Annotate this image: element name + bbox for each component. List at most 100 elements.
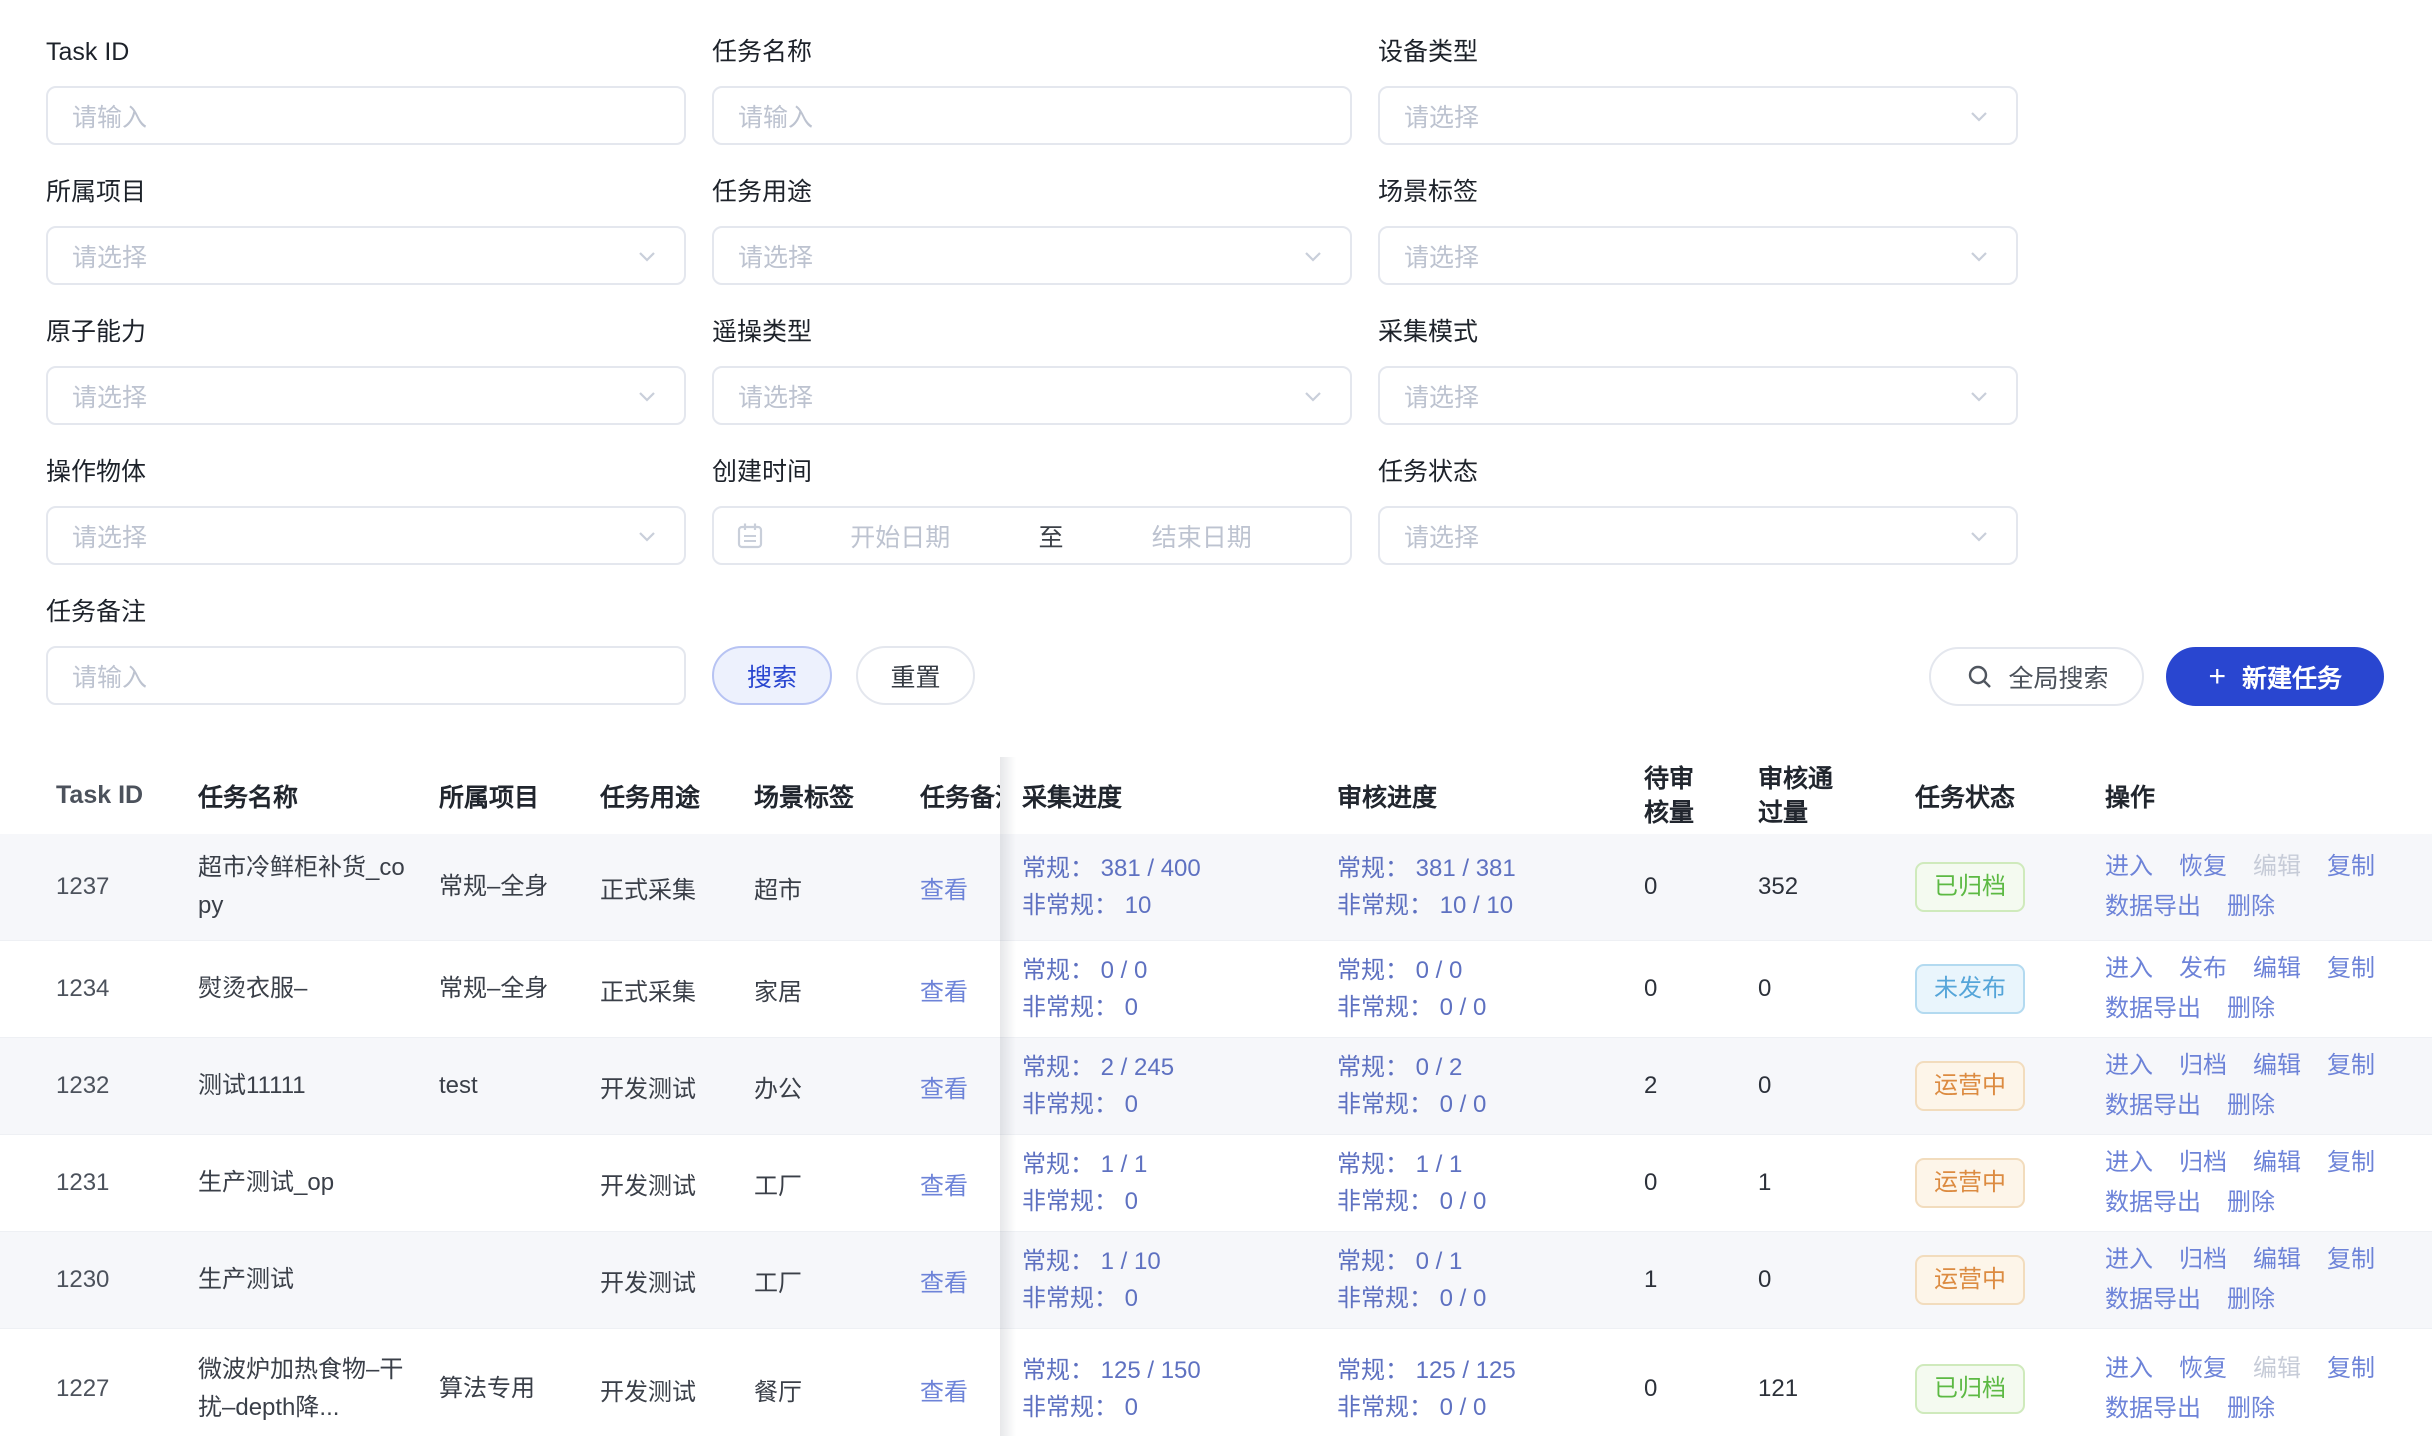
col-header-scene-tag: 场景标签 — [754, 778, 920, 814]
chevron-down-icon — [1300, 243, 1326, 269]
filter-field-task-remark: 任务备注 请输入 — [46, 600, 686, 705]
action-link-item[interactable]: 复制 — [2327, 952, 2375, 986]
cell-passed-count: 0 — [1746, 1072, 1915, 1100]
task-remark-placeholder: 请输入 — [72, 658, 147, 694]
global-search-label: 全局搜索 — [2008, 659, 2108, 695]
project-select[interactable]: 请选择 — [46, 226, 686, 285]
scene-tag-select[interactable]: 请选择 — [1378, 226, 2018, 285]
action-link-item[interactable]: 删除 — [2227, 890, 2275, 924]
cell-purpose: 开发测试 — [600, 1166, 754, 1201]
action-link-item[interactable]: 删除 — [2227, 1186, 2275, 1220]
atomic-ability-select[interactable]: 请选择 — [46, 366, 686, 425]
view-remark-link[interactable]: 查看 — [920, 1372, 1000, 1407]
action-link-item[interactable]: 数据导出 — [2105, 890, 2201, 924]
col-header-remark: 任务备注 — [920, 778, 1000, 814]
task-name-input[interactable]: 请输入 — [712, 86, 1352, 145]
action-link-item[interactable]: 复制 — [2327, 1352, 2375, 1386]
task-remark-input[interactable]: 请输入 — [46, 646, 686, 705]
action-link-item[interactable]: 复制 — [2327, 850, 2375, 884]
cell-review-progress: 常规： 0 / 1非常规： 0 / 0 — [1327, 1243, 1636, 1317]
search-button[interactable]: 搜索 — [712, 646, 832, 705]
status-badge: 运营中 — [1915, 1158, 2025, 1208]
action-link-item[interactable]: 编辑 — [2253, 952, 2301, 986]
action-link-item[interactable]: 进入 — [2105, 1352, 2153, 1386]
filter-field-project: 所属项目 请选择 — [46, 180, 686, 285]
col-header-review: 审核进度 — [1327, 778, 1636, 814]
cell-pending-count: 0 — [1636, 873, 1746, 901]
create-task-button[interactable]: + 新建任务 — [2166, 647, 2384, 706]
action-link-item[interactable]: 删除 — [2227, 1089, 2275, 1123]
action-link-item[interactable]: 发布 — [2179, 952, 2227, 986]
view-remark-link[interactable]: 查看 — [920, 1263, 1000, 1298]
cell-task-id: 1234 — [0, 975, 198, 1003]
view-remark-link[interactable]: 查看 — [920, 870, 1000, 905]
teleop-type-select[interactable]: 请选择 — [712, 366, 1352, 425]
filter-form: Task ID 请输入 任务名称 请输入 设备类型 请选择 所属项目 请选择 — [46, 40, 2018, 705]
task-id-placeholder: 请输入 — [72, 98, 147, 134]
progress-line: 非常规： 10 / 10 — [1337, 887, 1636, 924]
action-link-item[interactable]: 数据导出 — [2105, 992, 2201, 1026]
cell-collect-progress: 常规： 2 / 245非常规： 0 — [1000, 1049, 1327, 1123]
action-link-item[interactable]: 进入 — [2105, 1146, 2153, 1180]
reset-button[interactable]: 重置 — [856, 646, 975, 705]
action-link-item[interactable]: 复制 — [2327, 1243, 2375, 1277]
action-link-item[interactable]: 编辑 — [2253, 1243, 2301, 1277]
cell-remark: 查看 — [920, 1263, 1000, 1298]
action-link-item[interactable]: 归档 — [2179, 1146, 2227, 1180]
progress-line: 常规： 381 / 381 — [1337, 850, 1636, 887]
task-id-input[interactable]: 请输入 — [46, 86, 686, 145]
cell-review-progress: 常规： 125 / 125非常规： 0 / 0 — [1327, 1352, 1636, 1426]
action-link-item[interactable]: 数据导出 — [2105, 1392, 2201, 1426]
action-link-item[interactable]: 复制 — [2327, 1049, 2375, 1083]
progress-line: 非常规： 0 / 0 — [1337, 1389, 1636, 1426]
cell-collect-progress: 常规： 125 / 150非常规： 0 — [1000, 1352, 1327, 1426]
action-link-item[interactable]: 删除 — [2227, 1283, 2275, 1317]
action-link-item[interactable]: 归档 — [2179, 1243, 2227, 1277]
col-header-project: 所属项目 — [439, 778, 600, 814]
project-placeholder: 请选择 — [72, 238, 147, 274]
operate-object-label: 操作物体 — [46, 460, 686, 485]
cell-status: 已归档 — [1915, 1364, 2097, 1414]
task-status-select[interactable]: 请选择 — [1378, 506, 2018, 565]
action-link-item[interactable]: 恢复 — [2179, 850, 2227, 884]
col-header-purpose: 任务用途 — [600, 778, 754, 814]
action-link-item[interactable]: 进入 — [2105, 1049, 2153, 1083]
cell-status: 未发布 — [1915, 964, 2097, 1014]
action-link-item[interactable]: 数据导出 — [2105, 1283, 2201, 1317]
action-link-item[interactable]: 进入 — [2105, 850, 2153, 884]
action-link-item[interactable]: 删除 — [2227, 1392, 2275, 1426]
progress-line: 非常规： 0 / 0 — [1337, 1280, 1636, 1317]
chevron-down-icon — [634, 523, 660, 549]
cell-remark: 查看 — [920, 1372, 1000, 1407]
action-link-item[interactable]: 删除 — [2227, 992, 2275, 1026]
col-header-pending: 待审核量 — [1636, 762, 1746, 830]
action-link-item[interactable]: 编辑 — [2253, 1049, 2301, 1083]
cell-scene-tag: 工厂 — [754, 1166, 920, 1201]
global-search-button[interactable]: 全局搜索 — [1929, 647, 2144, 706]
view-remark-link[interactable]: 查看 — [920, 1069, 1000, 1104]
action-link-item[interactable]: 恢复 — [2179, 1352, 2227, 1386]
chevron-down-icon — [1966, 523, 1992, 549]
device-type-select[interactable]: 请选择 — [1378, 86, 2018, 145]
view-remark-link[interactable]: 查看 — [920, 1166, 1000, 1201]
action-link-item[interactable]: 数据导出 — [2105, 1186, 2201, 1220]
action-link-item[interactable]: 归档 — [2179, 1049, 2227, 1083]
cell-task-id: 1232 — [0, 1072, 198, 1100]
collect-mode-select[interactable]: 请选择 — [1378, 366, 2018, 425]
cell-collect-progress: 常规： 1 / 1非常规： 0 — [1000, 1146, 1327, 1220]
operate-object-select[interactable]: 请选择 — [46, 506, 686, 565]
action-link-item[interactable]: 进入 — [2105, 1243, 2153, 1277]
task-purpose-select[interactable]: 请选择 — [712, 226, 1352, 285]
toolbar: 全局搜索 + 新建任务 — [1929, 647, 2384, 706]
action-link-item[interactable]: 复制 — [2327, 1146, 2375, 1180]
date-range-picker[interactable]: 开始日期 至 结束日期 — [712, 506, 1352, 565]
cell-task-id: 1231 — [0, 1169, 198, 1197]
cell-task-id: 1237 — [0, 873, 198, 901]
project-label: 所属项目 — [46, 180, 686, 205]
action-link-item[interactable]: 编辑 — [2253, 1146, 2301, 1180]
progress-line: 非常规： 0 / 0 — [1337, 989, 1636, 1026]
view-remark-link[interactable]: 查看 — [920, 972, 1000, 1007]
action-link-item[interactable]: 进入 — [2105, 952, 2153, 986]
filter-form-buttons: 搜索 重置 — [712, 646, 1352, 705]
action-link-item[interactable]: 数据导出 — [2105, 1089, 2201, 1123]
